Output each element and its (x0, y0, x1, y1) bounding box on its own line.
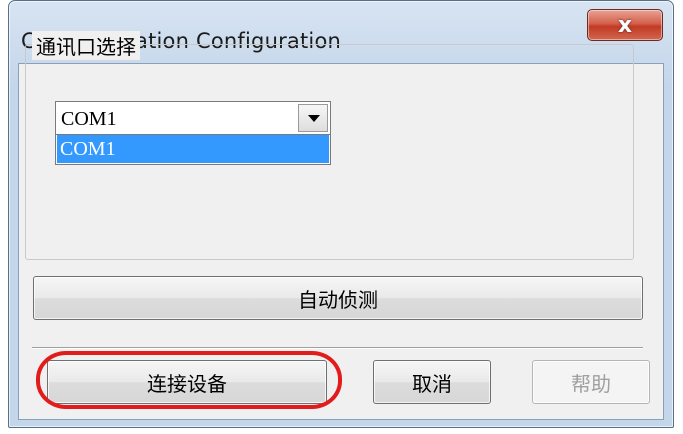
com-port-dropdown-list: COM1 (55, 135, 331, 165)
auto-detect-button[interactable]: 自动侦测 (33, 276, 643, 320)
port-selection-group-title: 通讯口选择 (32, 31, 140, 60)
close-button[interactable]: x (587, 9, 663, 41)
help-button: 帮助 (532, 360, 650, 404)
com-port-combobox-value: COM1 (61, 108, 117, 130)
chevron-down-icon[interactable] (298, 104, 328, 132)
connect-device-button[interactable]: 连接设备 (47, 360, 327, 404)
separator-line (32, 347, 643, 349)
dropdown-item-com1[interactable]: COM1 (57, 135, 329, 163)
com-port-combobox[interactable]: COM1 (55, 101, 331, 135)
cancel-button[interactable]: 取消 (373, 360, 491, 404)
close-icon: x (617, 12, 633, 38)
